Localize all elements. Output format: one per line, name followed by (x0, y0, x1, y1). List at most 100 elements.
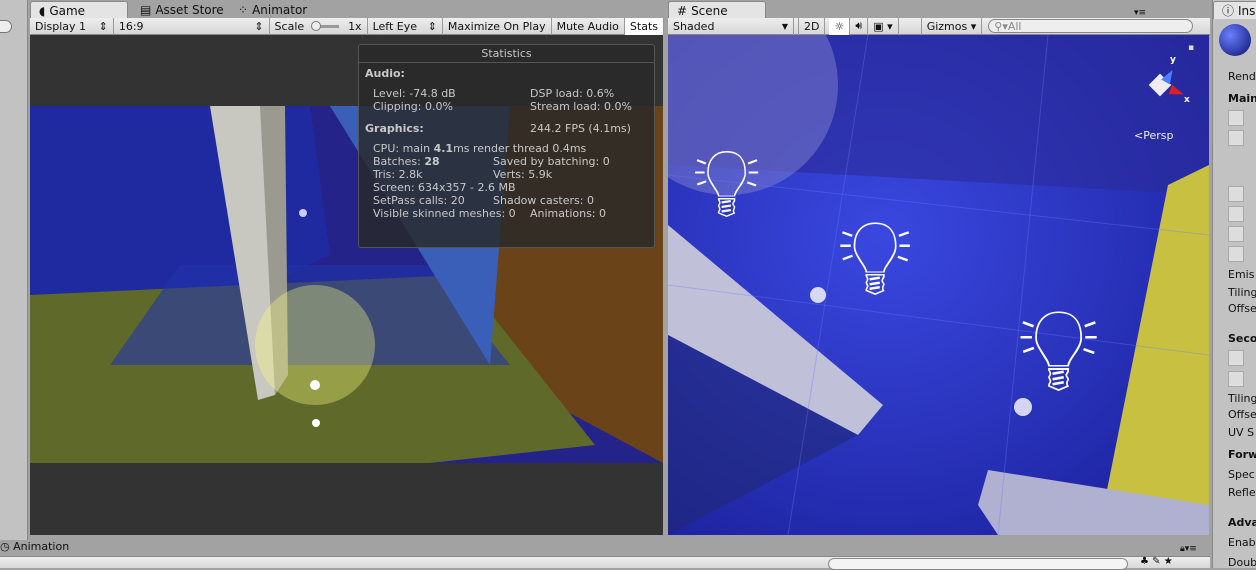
lock-icon[interactable]: ▪ (1188, 43, 1194, 53)
label: Left Eye (372, 19, 417, 33)
label: 1x (348, 19, 362, 33)
label (1228, 186, 1244, 202)
label: SetPass calls: 20 (373, 194, 465, 207)
label (1228, 206, 1244, 222)
label: Verts: 5.9k (493, 168, 553, 181)
label: 4.1 (433, 142, 454, 155)
label: Display 1 (35, 19, 87, 33)
label: Screen: 634x357 - 2.6 MB (373, 181, 516, 194)
statistics-panel: Statistics Audio: Level: -74.8 dB DSP lo… (358, 44, 655, 248)
label: Batches: (373, 155, 425, 168)
label (1228, 110, 1244, 126)
light-gizmo-icon[interactable]: 💡︎ (1018, 293, 1099, 409)
label: Doub (1228, 556, 1256, 568)
label: Animations: 0 (530, 207, 607, 220)
tab-asset-store[interactable]: ▤ Asset Store (132, 1, 232, 19)
panel-menu-icon[interactable]: ▾≡ (1134, 8, 1146, 18)
label: Rend (1228, 70, 1256, 83)
tab-animator[interactable]: ⁘ Animator (230, 1, 315, 19)
label: 16:9 (118, 19, 144, 33)
label: Spec (1228, 468, 1255, 481)
effects-dropdown-icon[interactable]: ▣ ▾ (868, 17, 899, 35)
persp-label[interactable]: <Persp (1134, 129, 1173, 142)
clock-icon: ◷ (0, 540, 10, 553)
label: Level: -74.8 dB (373, 87, 456, 100)
aspect-dropdown[interactable]: 16:9 ⇕ (114, 17, 270, 35)
label: Persp (1143, 129, 1174, 142)
label (1228, 226, 1244, 242)
inspector-rows: Rend Main Emis Tiling Offse Seco Tiling … (1212, 0, 1256, 568)
tab-game[interactable]: ◖ Game (30, 1, 128, 19)
gizmos-dropdown[interactable]: Gizmos ▾ (920, 17, 983, 35)
scene-viewport[interactable]: 💡︎ 💡︎ 💡︎ ▪ y x <Persp (668, 35, 1209, 535)
left-panel-edge (0, 0, 28, 540)
eye-dropdown[interactable]: Left Eye ⇕ (368, 17, 443, 35)
tab-scene[interactable]: # Scene (668, 1, 766, 19)
label: Seco (1228, 332, 1256, 345)
label: Forw (1228, 448, 1256, 461)
tab-animation[interactable]: ◷ Animation (0, 540, 69, 553)
label (1228, 130, 1244, 146)
2d-toggle[interactable]: 2D (798, 17, 826, 35)
label: Enab (1228, 536, 1256, 549)
label: Gizmos (926, 19, 968, 33)
label: Scale (274, 19, 305, 33)
game-toolbar: Display 1 ⇕ 16:9 ⇕ Scale 1x Left Eye ⇕ Maxim… (30, 17, 664, 35)
label: DSP load: 0.6% (530, 87, 615, 100)
label: 244.2 FPS (4.1ms) (530, 122, 631, 135)
label: Stream load: 0.0% (530, 100, 632, 113)
label: Statistics (359, 47, 654, 63)
label: Shaded (673, 19, 715, 33)
label: Tiling (1228, 392, 1256, 405)
filter-icons[interactable]: ♣ ✎ ★ (1140, 556, 1173, 567)
audio-toggle-icon[interactable]: 🔊︎ (850, 17, 869, 35)
store-icon: ▤ (140, 3, 152, 17)
mute-audio-toggle[interactable]: Mute Audio (552, 17, 625, 35)
light-gizmo-icon[interactable]: 💡︎ (693, 135, 760, 231)
light-gizmo-icon[interactable]: 💡︎ (838, 205, 912, 311)
label: Main (1228, 92, 1256, 105)
label: Asset Store (155, 3, 224, 17)
label: Offse (1228, 408, 1256, 421)
label: Scene (691, 3, 728, 18)
label: Saved by batching: 0 (493, 155, 610, 168)
label: Animation (13, 540, 70, 553)
label: Tiling (1228, 286, 1256, 299)
search-icon: ⚲▾ (994, 19, 1008, 33)
scene-render (668, 35, 1209, 535)
stats-toggle[interactable]: Stats (624, 17, 664, 35)
lock-icon[interactable]: 🔒︎▾≡ (1180, 544, 1197, 554)
label: Audio: (365, 67, 405, 80)
label: Visible skinned meshes: 0 (373, 207, 516, 220)
animation-search-input[interactable] (828, 558, 1128, 570)
label: Shadow casters: 0 (493, 194, 594, 207)
scene-toolbar: Shaded ▼ 2D ☼ 🔊︎ ▣ ▾ Gizmos ▾ ⚲▾ All (668, 17, 1210, 35)
pacman-icon: ◖ (39, 3, 46, 18)
shading-dropdown[interactable]: Shaded ▼ (668, 17, 794, 35)
display-dropdown[interactable]: Display 1 ⇕ (30, 17, 114, 35)
lighting-toggle-icon[interactable]: ☼ (829, 17, 851, 35)
label (1228, 371, 1244, 387)
scene-search-input[interactable]: ⚲▾ All (988, 19, 1194, 33)
label: Adva (1228, 516, 1256, 529)
label: CPU: main (373, 142, 434, 155)
label: y (1170, 55, 1176, 65)
label: Refle (1228, 486, 1256, 499)
label: Game (49, 3, 86, 18)
label: Tris: 2.8k (373, 168, 423, 181)
label: Clipping: 0.0% (373, 100, 453, 113)
label: Graphics: (365, 122, 424, 135)
label: x (1184, 95, 1190, 105)
scale-slider[interactable]: Scale 1x (270, 17, 368, 35)
animator-icon: ⁘ (238, 3, 249, 17)
label: Emis (1228, 268, 1255, 281)
grid-icon: # (677, 3, 688, 18)
label: UV S (1228, 426, 1255, 439)
scene-orientation-gizmo[interactable]: y x (1130, 55, 1190, 115)
label (1228, 246, 1244, 262)
label: ms render thread 0.4ms (453, 142, 587, 155)
maximize-on-play-toggle[interactable]: Maximize On Play (443, 17, 552, 35)
label: Animator (252, 3, 308, 17)
label: 28 (424, 155, 440, 168)
label: All (1007, 19, 1022, 33)
